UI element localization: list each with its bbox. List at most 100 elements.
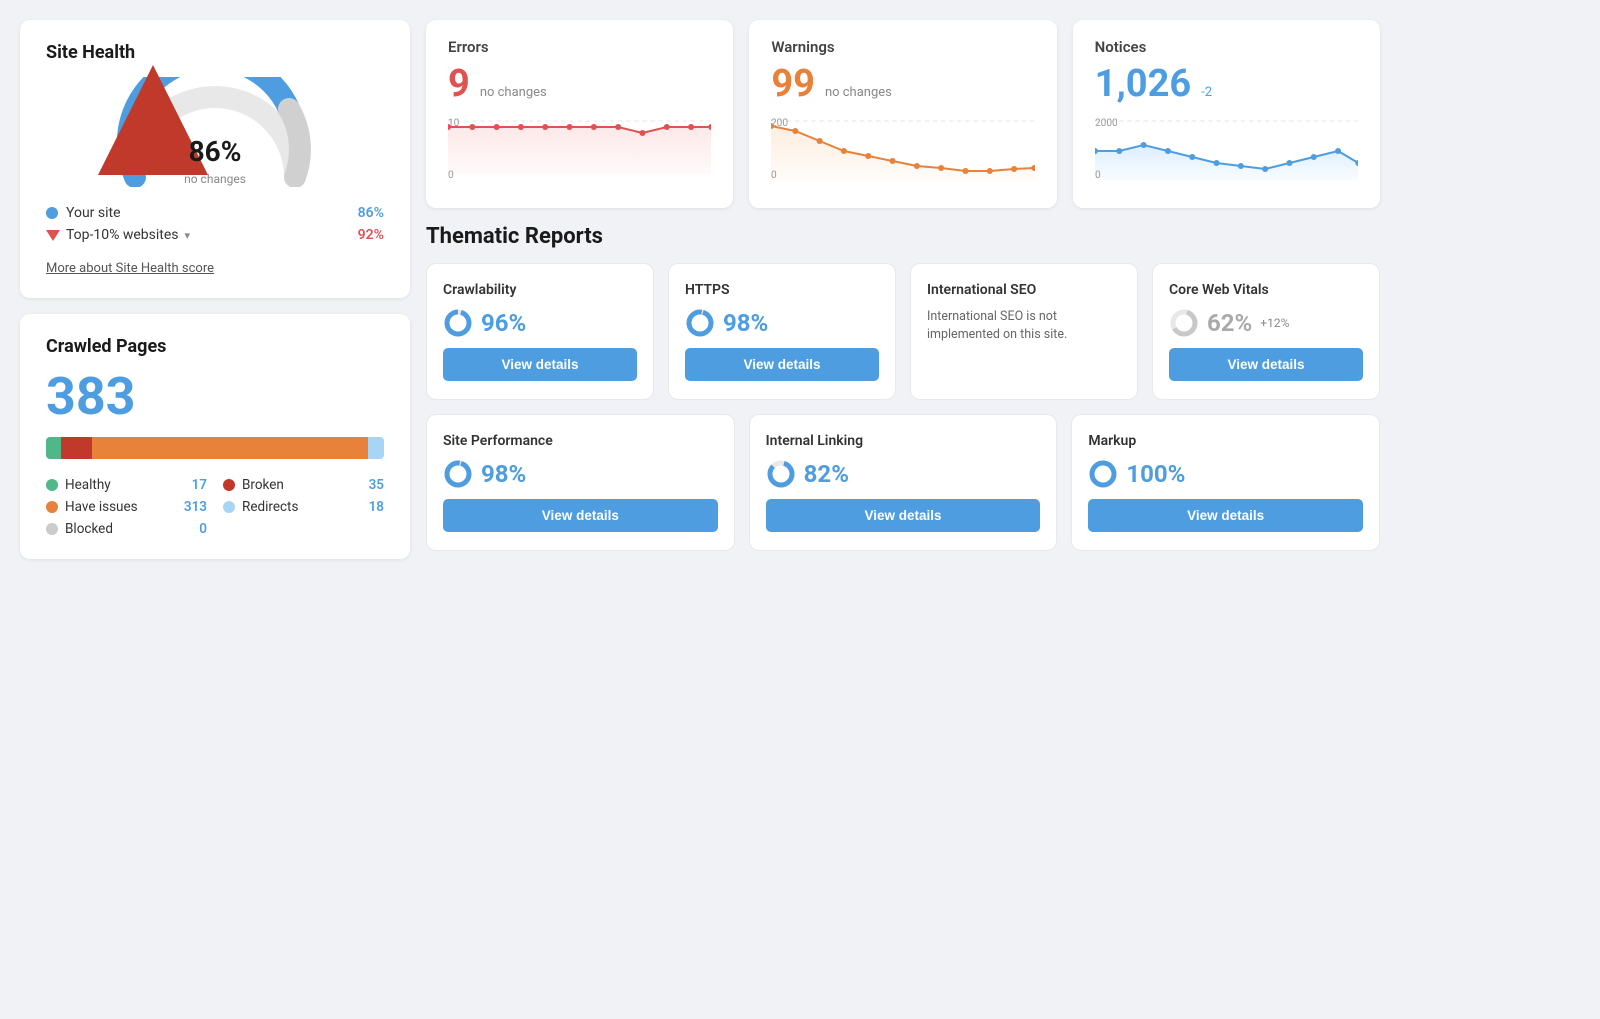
gauge-wrap: 86% no changes [115,77,315,187]
report-cwv-score-row: 62% +12% [1169,308,1363,338]
report-intl-seo-name: International SEO [927,282,1121,298]
warnings-title: Warnings [771,38,1034,56]
svg-text:0: 0 [771,170,777,181]
report-crawlability: Crawlability 96% View details [426,263,654,400]
report-markup-score-row: 100% [1088,459,1363,489]
notices-chart: 2000 0 [1095,116,1358,186]
dot-blocked [46,523,58,535]
report-cwv: Core Web Vitals 62% +12% View details [1152,263,1380,400]
warnings-chart: 200 0 [771,116,1034,186]
val-healthy: 17 [192,477,207,493]
top10-value: 92% [358,227,384,243]
report-https-name: HTTPS [685,282,879,298]
reports-grid-top: Crawlability 96% View details HTTPS [426,263,1380,400]
errors-value-row: 9 no changes [448,62,711,106]
markup-donut-icon [1088,459,1118,489]
your-site-legend: Your site 86% [46,205,384,221]
https-donut-icon [685,308,715,338]
report-cwv-score: 62% [1207,309,1252,337]
gauge-percentage: 86% [184,137,246,168]
markup-view-btn[interactable]: View details [1088,499,1363,532]
warnings-change: no changes [825,85,892,100]
top10-triangle-icon [46,230,60,241]
report-cwv-change: +12% [1260,316,1289,330]
top10-legend: Top-10% websites ▾ 92% [46,227,384,243]
errors-change: no changes [480,85,547,100]
thematic-reports-section: Thematic Reports Crawlability 96% View d… [426,224,1380,565]
report-site-performance-name: Site Performance [443,433,718,449]
label-broken: Broken [242,477,284,493]
bar-broken [61,437,92,459]
val-issues: 313 [184,499,207,515]
reports-grid-bottom: Site Performance 98% View details Intern… [426,414,1380,551]
warnings-value: 99 [771,62,815,106]
legend-issues: Have issues 313 [46,499,207,515]
svg-text:0: 0 [1095,170,1101,181]
your-site-label: Your site [66,205,121,221]
report-https-score-row: 98% [685,308,879,338]
report-intl-seo-note: International SEO is not implemented on … [927,308,1121,343]
report-https: HTTPS 98% View details [668,263,896,400]
internal-linking-view-btn[interactable]: View details [766,499,1041,532]
report-crawlability-name: Crawlability [443,282,637,298]
svg-text:0: 0 [448,170,454,181]
legend-blocked: Blocked 0 [46,521,207,537]
warnings-value-row: 99 no changes [771,62,1034,106]
label-issues: Have issues [65,499,138,515]
report-crawlability-score: 96% [481,309,526,337]
dot-issues [46,501,58,513]
warnings-card: Warnings 99 no changes [749,20,1056,208]
report-site-performance-score-row: 98% [443,459,718,489]
report-internal-linking-name: Internal Linking [766,433,1041,449]
errors-card: Errors 9 no changes [426,20,733,208]
label-healthy: Healthy [65,477,111,493]
site-perf-donut-icon [443,459,473,489]
crawled-pages-bar [46,437,384,459]
report-internal-linking-score: 82% [804,460,849,488]
metrics-row: Errors 9 no changes [426,20,1380,208]
crawlability-donut-icon [443,308,473,338]
notices-title: Notices [1095,38,1358,56]
report-https-score: 98% [723,309,768,337]
top10-chevron-icon[interactable]: ▾ [185,229,191,242]
errors-chart: 10 0 [448,116,711,186]
notices-value-row: 1,026 -2 [1095,62,1358,106]
cwv-view-btn[interactable]: View details [1169,348,1363,381]
crawlability-view-btn[interactable]: View details [443,348,637,381]
bar-issues [92,437,368,459]
report-markup-name: Markup [1088,433,1363,449]
legend-broken: Broken 35 [223,477,384,493]
report-intl-seo: International SEO International SEO is n… [910,263,1138,400]
label-redirects: Redirects [242,499,298,515]
your-site-dot [46,207,58,219]
val-broken: 35 [369,477,384,493]
your-site-value: 86% [358,205,384,221]
report-internal-linking: Internal Linking 82% View details [749,414,1058,551]
notices-card: Notices 1,026 -2 [1073,20,1380,208]
more-about-score-link[interactable]: More about Site Health score [46,261,214,276]
gauge-container: 86% no changes [46,77,384,187]
bar-healthy [46,437,61,459]
label-blocked: Blocked [65,521,113,537]
val-redirects: 18 [369,499,384,515]
report-markup: Markup 100% View details [1071,414,1380,551]
errors-title: Errors [448,38,711,56]
cwv-donut-icon [1169,308,1199,338]
report-site-performance-score: 98% [481,460,526,488]
notices-change: -2 [1201,85,1212,100]
report-internal-linking-score-row: 82% [766,459,1041,489]
gauge-text: 86% no changes [184,137,246,187]
dot-healthy [46,479,58,491]
gauge-subtext: no changes [184,172,246,186]
https-view-btn[interactable]: View details [685,348,879,381]
thematic-title: Thematic Reports [426,224,1380,249]
crawled-legend-grid: Healthy 17 Broken 35 Have issues [46,477,384,537]
top10-label: Top-10% websites [66,227,179,243]
site-perf-view-btn[interactable]: View details [443,499,718,532]
legend-healthy: Healthy 17 [46,477,207,493]
report-crawlability-score-row: 96% [443,308,637,338]
site-health-card: Site Health [20,20,410,298]
site-health-title: Site Health [46,42,384,63]
report-markup-score: 100% [1126,460,1185,488]
crawled-pages-title: Crawled Pages [46,336,384,357]
